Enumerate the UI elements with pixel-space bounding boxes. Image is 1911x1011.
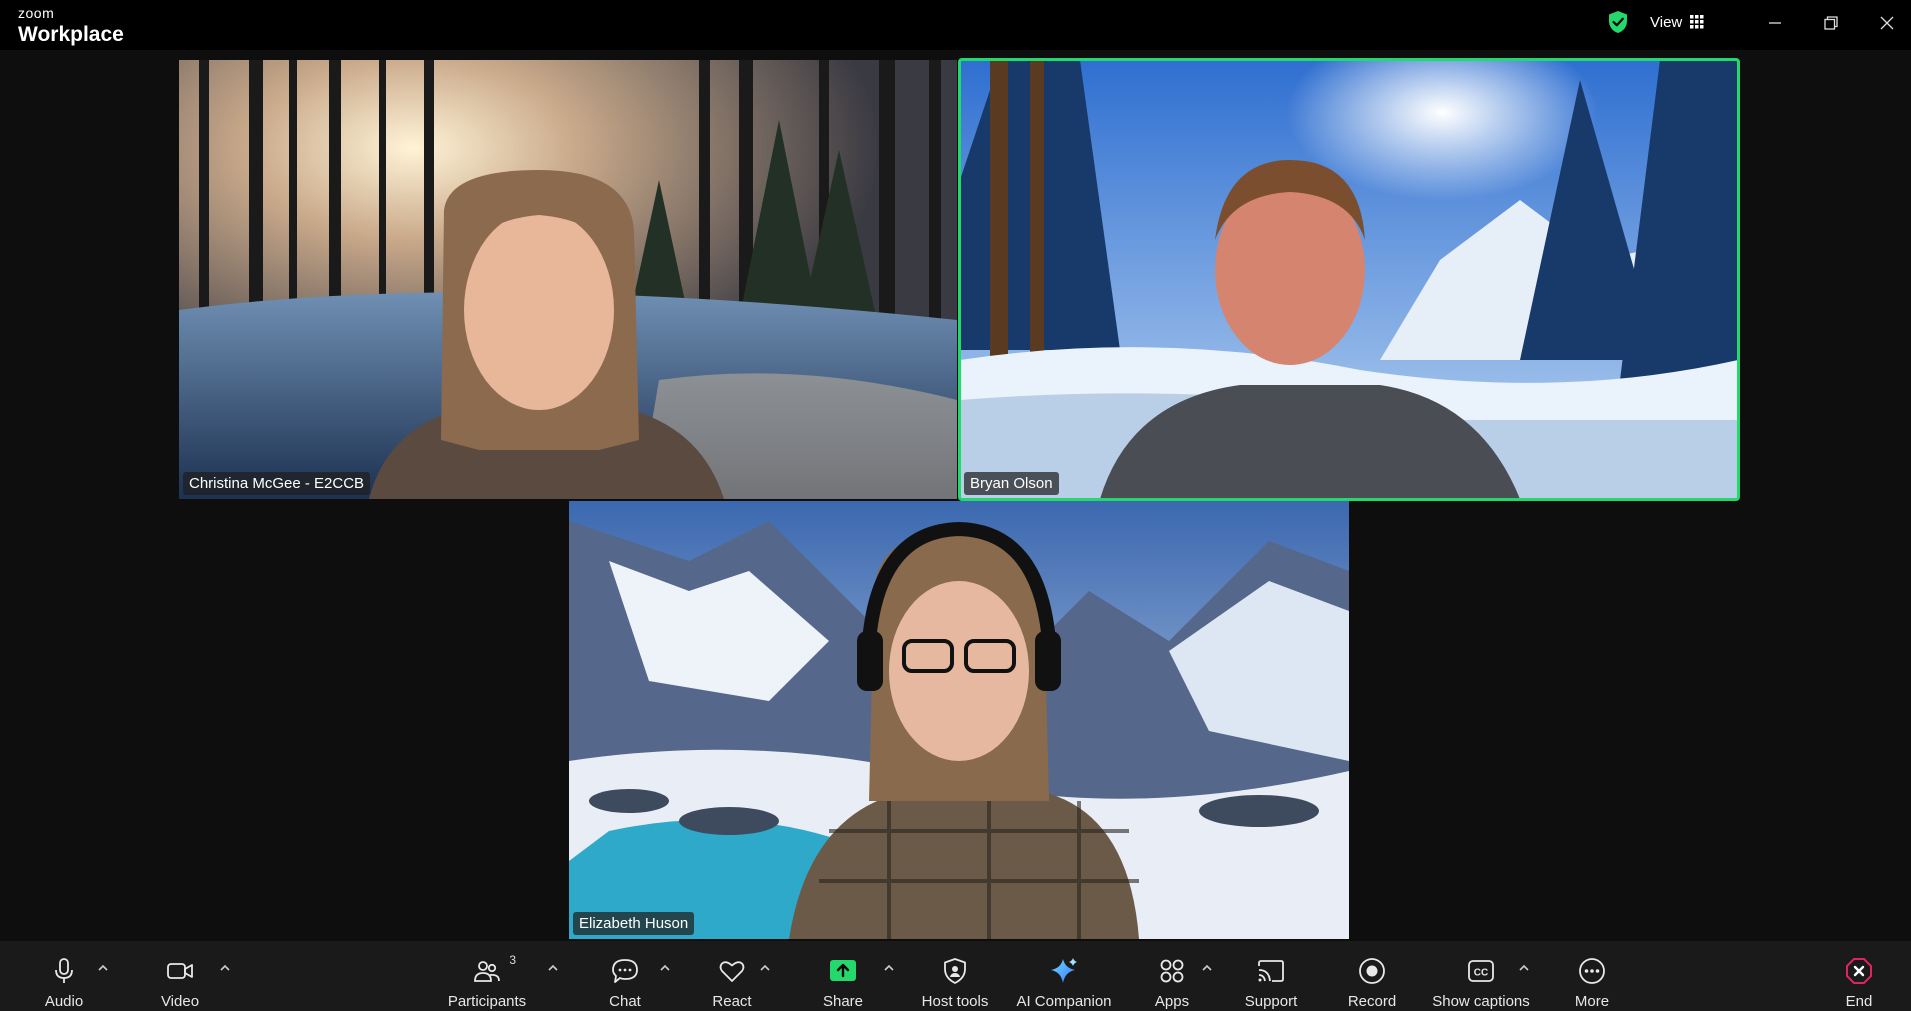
grid-icon [1690, 15, 1704, 29]
brand-main: Workplace [18, 23, 124, 46]
participants-options-caret[interactable] [546, 961, 560, 975]
host-tools-label: Host tools [921, 993, 989, 1010]
react-options-caret[interactable] [758, 961, 772, 975]
chevron-up-icon [220, 964, 230, 971]
share-options-caret[interactable] [882, 961, 896, 975]
more-button[interactable]: More [1570, 941, 1614, 1011]
svg-text:CC: CC [1474, 968, 1488, 979]
participants-button[interactable]: 3 Participants [444, 941, 530, 1011]
record-icon [1355, 955, 1389, 987]
minimize-button[interactable] [1762, 10, 1788, 36]
show-captions-label: Show captions [1432, 993, 1530, 1010]
support-label: Support [1244, 993, 1298, 1010]
chevron-up-icon [548, 964, 558, 971]
captions-options-caret[interactable] [1517, 961, 1531, 975]
minimize-icon [1769, 22, 1781, 24]
chevron-up-icon [1202, 964, 1212, 971]
chat-label: Chat [609, 993, 641, 1010]
apps-options-caret[interactable] [1200, 961, 1214, 975]
close-button[interactable] [1874, 10, 1900, 36]
apps-icon [1155, 955, 1189, 987]
chat-button[interactable]: Chat [604, 941, 646, 1011]
video-button[interactable]: Video [152, 941, 208, 1011]
video-tile-bryan[interactable]: Bryan Olson [960, 60, 1738, 499]
chevron-up-icon [98, 964, 108, 971]
video-feed [569, 501, 1349, 939]
microphone-icon [47, 955, 81, 987]
meeting-toolbar: Audio Video 3 Participants Chat React Sh… [0, 941, 1911, 1011]
chat-options-caret[interactable] [658, 961, 672, 975]
apps-button[interactable]: Apps [1150, 941, 1194, 1011]
participants-icon: 3 [470, 953, 516, 987]
shield-icon [938, 955, 972, 987]
video-tile-christina[interactable]: Christina McGee - E2CCB [179, 60, 957, 499]
heart-icon [715, 955, 749, 987]
video-feed [179, 60, 957, 499]
chat-bubble-icon [608, 955, 642, 987]
cast-screen-icon [1254, 955, 1288, 987]
video-label: Video [160, 993, 200, 1010]
sparkle-icon [1047, 955, 1081, 987]
record-label: Record [1347, 993, 1397, 1010]
close-icon [1880, 16, 1894, 30]
host-tools-button[interactable]: Host tools [918, 941, 992, 1011]
audio-options-caret[interactable] [96, 961, 110, 975]
participant-name-tag: Elizabeth Huson [573, 912, 695, 935]
support-button[interactable]: Support [1238, 941, 1304, 1011]
more-label: More [1574, 993, 1610, 1010]
end-label: End [1845, 993, 1873, 1010]
record-button[interactable]: Record [1346, 941, 1398, 1011]
share-label: Share [822, 993, 864, 1010]
apps-label: Apps [1154, 993, 1190, 1010]
audio-button[interactable]: Audio [36, 941, 92, 1011]
app-logo: zoom Workplace [18, 6, 124, 45]
ai-companion-button[interactable]: AI Companion [1014, 941, 1114, 1011]
more-dots-icon [1575, 955, 1609, 987]
participants-label: Participants [447, 993, 527, 1010]
encryption-shield-icon[interactable] [1606, 10, 1630, 34]
video-tile-elizabeth[interactable]: Elizabeth Huson [569, 501, 1349, 939]
participant-count: 3 [509, 953, 516, 967]
video-feed [960, 60, 1738, 499]
chevron-up-icon [760, 964, 770, 971]
participant-name-tag: Christina McGee - E2CCB [183, 472, 371, 495]
view-button[interactable]: View [1650, 12, 1704, 32]
end-meeting-button[interactable]: End [1840, 941, 1878, 1011]
view-label: View [1650, 13, 1683, 31]
chevron-up-icon [660, 964, 670, 971]
title-bar: zoom Workplace View [0, 0, 1911, 50]
restore-icon [1824, 16, 1838, 30]
video-camera-icon [163, 955, 197, 987]
chevron-up-icon [884, 964, 894, 971]
video-options-caret[interactable] [218, 961, 232, 975]
participant-name-tag: Bryan Olson [964, 472, 1059, 495]
ai-companion-label: AI Companion [1016, 993, 1112, 1010]
end-call-icon [1842, 955, 1876, 987]
video-stage: Christina McGee - E2CCB Bryan Olson Eliz… [0, 50, 1911, 941]
share-screen-icon [826, 955, 860, 987]
closed-captions-icon: CC [1464, 955, 1498, 987]
brand-top: zoom [18, 5, 55, 21]
react-button[interactable]: React [710, 941, 754, 1011]
show-captions-button[interactable]: CC Show captions [1430, 941, 1532, 1011]
share-button[interactable]: Share [820, 941, 866, 1011]
audio-label: Audio [44, 993, 84, 1010]
react-label: React [712, 993, 752, 1010]
restore-button[interactable] [1818, 10, 1844, 36]
chevron-up-icon [1519, 964, 1529, 971]
